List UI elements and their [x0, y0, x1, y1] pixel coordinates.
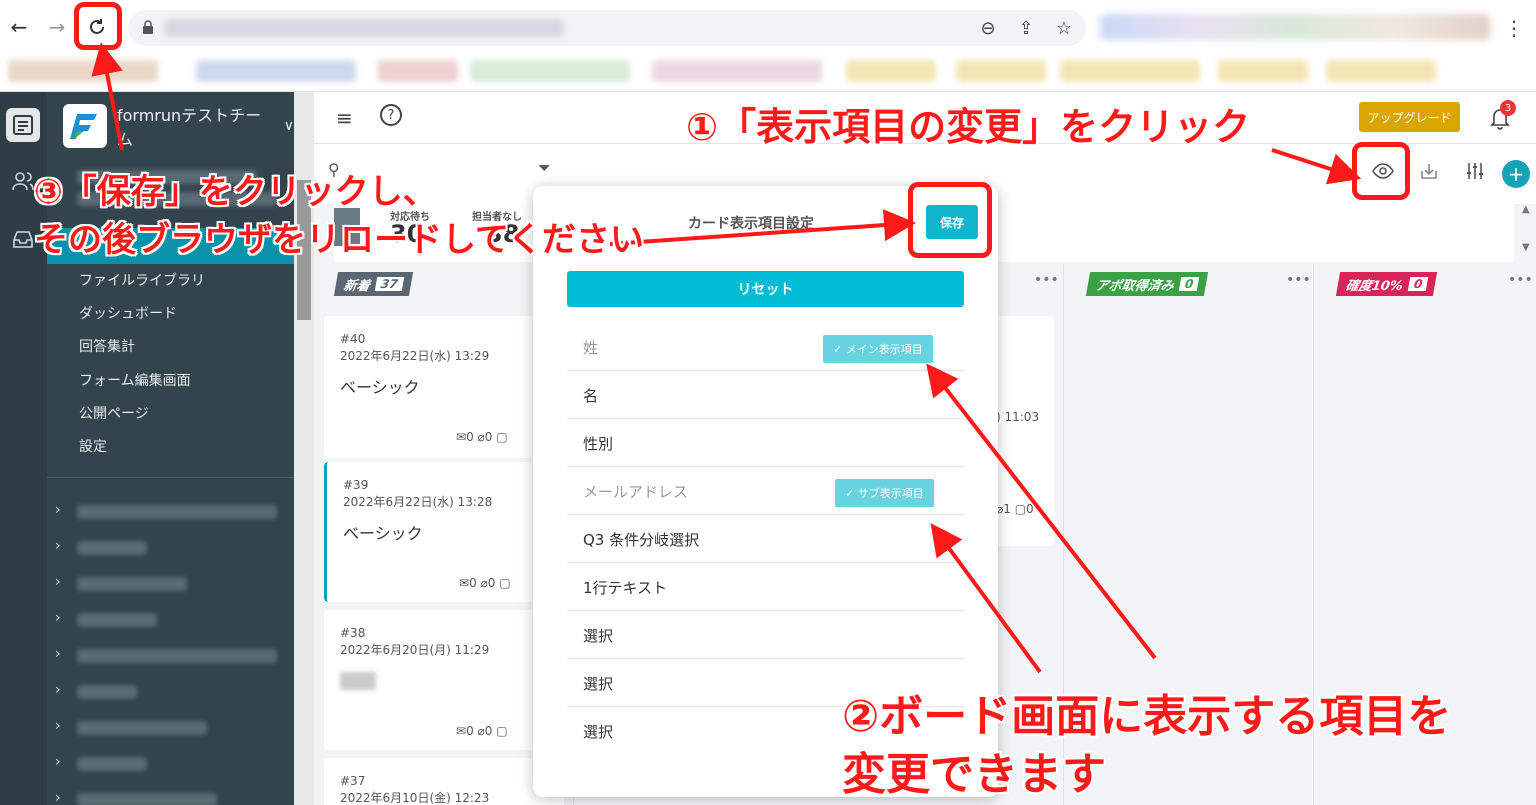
browser-menu-icon[interactable]: ⋮: [1504, 16, 1524, 40]
address-bar[interactable]: ⊖ ⇪ ☆: [128, 10, 1086, 46]
card-number: #38: [340, 626, 366, 640]
sidebar-item-summary[interactable]: 回答集計: [47, 336, 294, 356]
card-number: #39: [343, 478, 369, 492]
back-icon[interactable]: ←: [4, 12, 34, 42]
team-name: formrunテストチーム: [117, 106, 262, 149]
zoom-icon[interactable]: ⊖: [976, 16, 1000, 40]
forward-icon[interactable]: →: [42, 12, 72, 42]
card-footer: ✉0 ⌀0 ▢: [459, 576, 511, 590]
share-icon[interactable]: ⇪: [1014, 16, 1038, 40]
scroll-down-icon[interactable]: ▼: [1522, 242, 1530, 253]
annotation-step3-line1: ③「保存」をクリックし、: [34, 172, 437, 212]
column-more-icon[interactable]: •••: [1508, 272, 1533, 288]
card-date: 2022年6月22日(水) 13:29: [340, 349, 490, 363]
forms-icon[interactable]: [6, 108, 40, 142]
card-time-fragment: ) 11:03: [996, 410, 1040, 424]
browser-chrome: ← → ⊖ ⇪ ☆ ⋮: [0, 0, 1536, 92]
chevron-right-icon[interactable]: ›: [55, 538, 61, 554]
field-row-select[interactable]: 選択: [567, 611, 964, 659]
sidebar-item-form-editor[interactable]: フォーム編集画面: [47, 370, 294, 390]
field-row-gender[interactable]: 性別: [567, 419, 964, 467]
card-footer: ✉0 ⌀0 ▢: [456, 430, 508, 444]
field-row-q3[interactable]: Q3 条件分岐選択: [567, 515, 964, 563]
scroll-up-icon[interactable]: ▲: [1522, 204, 1530, 215]
field-row-email[interactable]: メールアドレス ✓ サブ表示項目: [567, 467, 964, 515]
card[interactable]: #38 2022年6月20日(月) 11:29 ✉0 ⌀0 ▢: [324, 610, 564, 750]
card[interactable]: #40 2022年6月22日(水) 13:29 ベーシック ✉0 ⌀0 ▢: [324, 316, 564, 458]
chevron-right-icon[interactable]: ›: [55, 754, 61, 770]
card-date: 2022年6月10日(金) 12:23: [340, 791, 490, 805]
reset-button[interactable]: リセット: [567, 271, 964, 307]
chevron-right-icon[interactable]: ›: [55, 682, 61, 698]
sub-display-chip[interactable]: ✓ サブ表示項目: [835, 479, 934, 507]
column-tag-new: 新着 37: [333, 272, 413, 296]
add-button[interactable]: +: [1502, 160, 1530, 188]
card[interactable]: #37 2022年6月10日(金) 12:23: [324, 758, 564, 805]
annotation-step3-line2: その後ブラウザをリロードしてください: [34, 220, 644, 260]
chevron-down-icon: ∨: [283, 118, 294, 134]
highlight-reload: [74, 2, 122, 50]
annotation-step1: ①「表示項目の変更」をクリック: [686, 105, 1251, 149]
card-count-fragment: ⌀1 ▢0: [996, 502, 1034, 516]
chevron-right-icon[interactable]: ›: [55, 646, 61, 662]
sidebar-item-dashboard[interactable]: ダッシュボード: [47, 303, 294, 323]
download-icon[interactable]: [1414, 156, 1444, 186]
chevron-right-icon[interactable]: ›: [55, 574, 61, 590]
upgrade-button[interactable]: アップグレード: [1359, 102, 1460, 132]
bookmark-star-icon[interactable]: ☆: [1052, 16, 1076, 40]
sidebar-item-settings[interactable]: 設定: [47, 436, 294, 456]
card-title: ベーシック: [343, 524, 423, 543]
sidebar-item-public-page[interactable]: 公開ページ: [47, 403, 294, 423]
chevron-right-icon[interactable]: ›: [55, 790, 61, 805]
column-more-icon[interactable]: •••: [1034, 272, 1059, 288]
field-row-firstname[interactable]: 名: [567, 371, 964, 419]
main-display-chip[interactable]: ✓ メイン表示項目: [823, 335, 933, 363]
card[interactable]: #39 2022年6月22日(水) 13:28 ベーシック ✉0 ⌀0 ▢: [324, 462, 564, 602]
modal-title: カード表示項目設定: [688, 216, 814, 232]
help-icon[interactable]: ?: [380, 104, 402, 126]
extensions-blurred: [1100, 14, 1490, 40]
field-row-lastname[interactable]: 姓 ✓ メイン表示項目: [567, 323, 964, 371]
filter-icon[interactable]: ⏷: [538, 158, 551, 178]
lock-icon: [143, 20, 153, 34]
formrun-logo: [63, 104, 107, 148]
column-tag-confidence: 確度10% 0: [1335, 272, 1438, 296]
card-footer: ✉0 ⌀0 ▢: [456, 724, 508, 738]
card-title: ベーシック: [340, 378, 420, 397]
highlight-save-button: [908, 182, 992, 258]
url-blurred: [164, 19, 564, 37]
team-switcher[interactable]: formrunテストチーム ∨: [63, 102, 294, 150]
column-more-icon[interactable]: •••: [1286, 272, 1311, 288]
highlight-eye-icon: [1352, 142, 1410, 200]
chevron-right-icon[interactable]: ›: [55, 718, 61, 734]
annotation-step2-line2: 変更できます: [842, 749, 1106, 800]
annotation-step2-line1: ②ボード画面に表示する項目を: [842, 691, 1452, 742]
card-title-blurred: [340, 672, 376, 690]
card-number: #40: [340, 332, 366, 346]
chevron-right-icon[interactable]: ›: [55, 610, 61, 626]
sidebar-item-file-library[interactable]: ファイルライブラリ: [47, 270, 294, 290]
column-tag-appointment: アポ取得済み 0: [1085, 272, 1209, 296]
card-number: #37: [340, 774, 366, 788]
settings-sliders-icon[interactable]: [1460, 156, 1490, 186]
chevron-right-icon[interactable]: ›: [55, 502, 61, 518]
field-row-text[interactable]: 1行テキスト: [567, 563, 964, 611]
card-date: 2022年6月22日(水) 13:28: [343, 495, 493, 509]
hamburger-icon[interactable]: ≡: [336, 106, 353, 130]
notification-badge: 3: [1500, 100, 1516, 116]
card-date: 2022年6月20日(月) 11:29: [340, 643, 490, 657]
bookmarks-bar: [0, 56, 1536, 86]
